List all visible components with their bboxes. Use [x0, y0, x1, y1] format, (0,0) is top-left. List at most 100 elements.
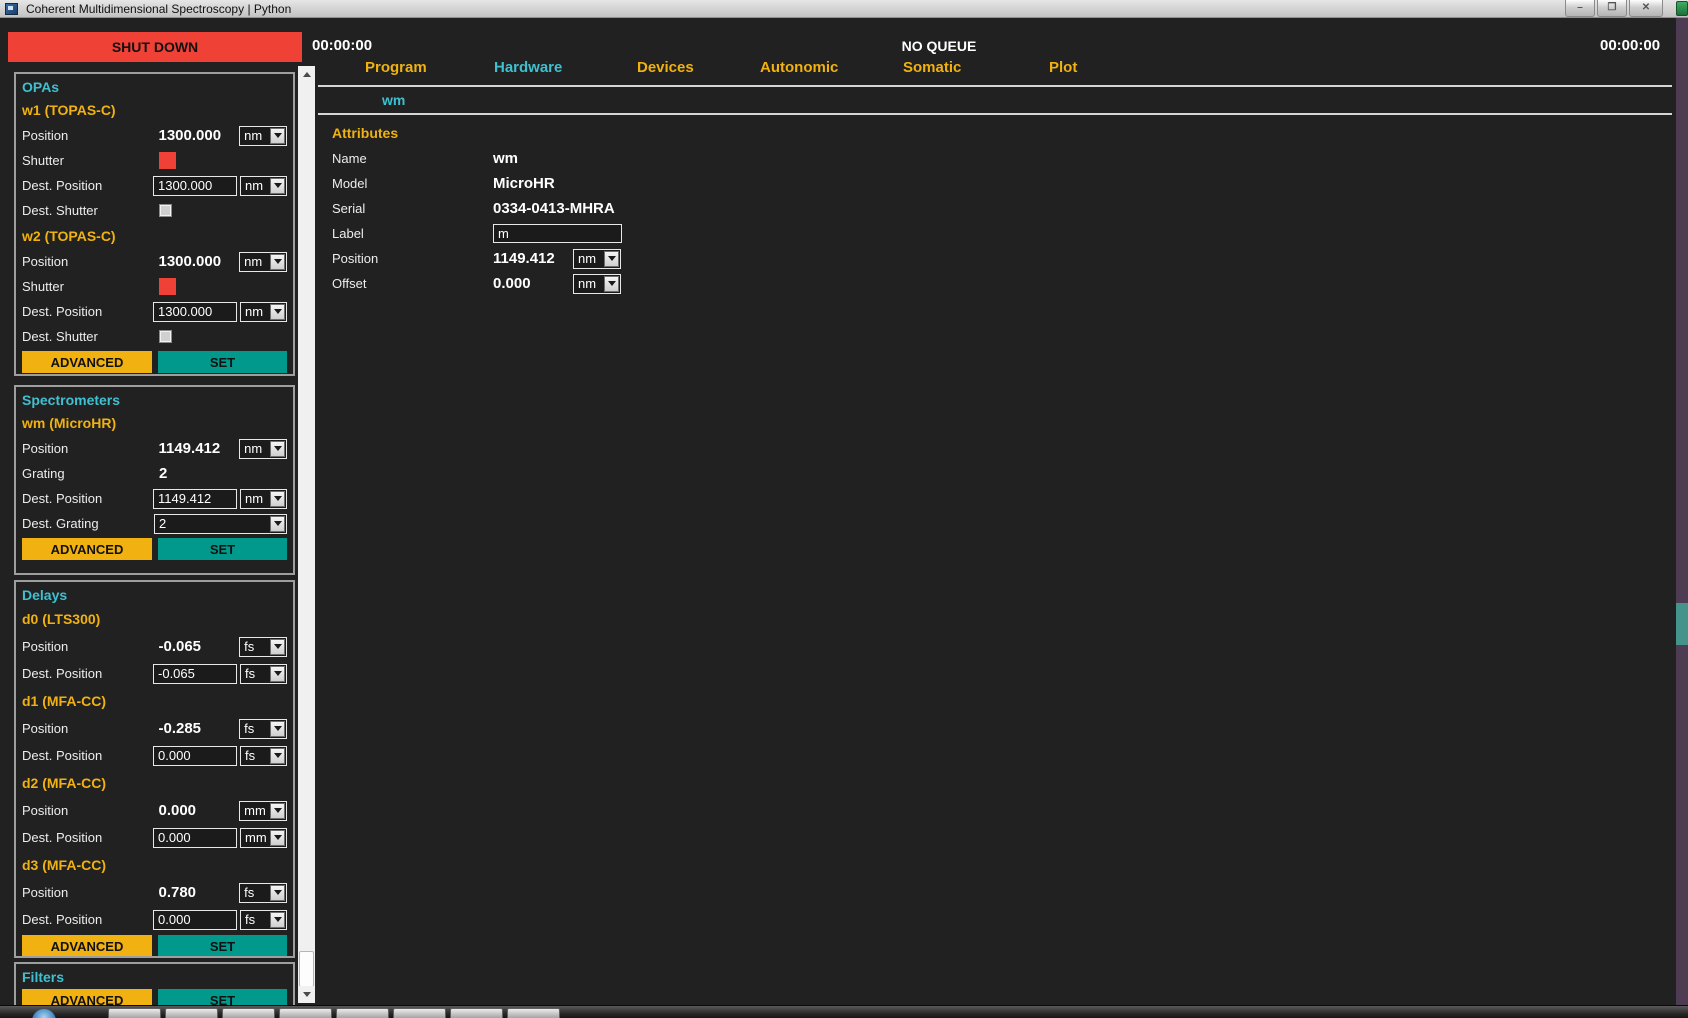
unit-select[interactable]: fs: [239, 637, 287, 657]
app-surface: SHUT DOWN 00:00:00 NO QUEUE 00:00:00 Pro…: [0, 18, 1688, 1005]
dropdown-arrow-button[interactable]: [270, 639, 285, 655]
device-row: Position0.000mm: [22, 797, 287, 824]
taskbar-button[interactable]: [222, 1008, 275, 1018]
attribute-label: Model: [332, 176, 493, 191]
chevron-down-icon: [274, 808, 282, 813]
tab-autonomic[interactable]: Autonomic: [760, 59, 838, 76]
dropdown-arrow-button[interactable]: [270, 748, 285, 764]
destination-input[interactable]: [153, 828, 237, 848]
device-row: Dest. Position nm: [22, 486, 287, 511]
unit-select[interactable]: nm: [240, 302, 287, 322]
taskbar-button[interactable]: [393, 1008, 446, 1018]
unit-select-value: fs: [241, 748, 270, 763]
attribute-label: Serial: [332, 201, 493, 216]
dropdown-arrow-button[interactable]: [270, 830, 285, 846]
unit-select[interactable]: fs: [240, 746, 287, 766]
scrollbar-thumb[interactable]: [299, 951, 314, 987]
dropdown-arrow-button[interactable]: [270, 178, 285, 194]
taskbar-button[interactable]: [108, 1008, 161, 1018]
scroll-down-icon: [303, 992, 311, 997]
attribute-value: 0334-0413-MHRA: [493, 200, 615, 217]
advanced-button[interactable]: ADVANCED: [22, 935, 152, 957]
shut-down-button[interactable]: SHUT DOWN: [8, 32, 302, 62]
set-button[interactable]: SET: [158, 538, 287, 560]
taskbar-button[interactable]: [165, 1008, 218, 1018]
chevron-down-icon: [274, 726, 282, 731]
dropdown-arrow-button[interactable]: [270, 803, 285, 819]
dropdown-arrow-button[interactable]: [604, 251, 619, 267]
unit-select-value: nm: [574, 276, 604, 291]
device-row: Dest. Positionfs: [22, 906, 287, 933]
dropdown-arrow-button[interactable]: [270, 666, 285, 682]
destination-input[interactable]: [153, 489, 237, 509]
dropdown-arrow-button[interactable]: [270, 254, 285, 270]
unit-select[interactable]: fs: [239, 719, 287, 739]
unit-select[interactable]: nm: [240, 489, 287, 509]
taskbar-button[interactable]: [336, 1008, 389, 1018]
unit-select[interactable]: nm: [573, 249, 621, 269]
unit-select[interactable]: 2: [154, 514, 287, 534]
taskbar-button[interactable]: [507, 1008, 560, 1018]
unit-select[interactable]: mm: [239, 801, 287, 821]
unit-select[interactable]: nm: [239, 252, 287, 272]
unit-select[interactable]: nm: [239, 439, 287, 459]
scroll-up-button[interactable]: [298, 66, 315, 83]
row-value: 1149.412: [158, 440, 239, 457]
destination-input[interactable]: [153, 176, 237, 196]
unit-select[interactable]: fs: [240, 664, 287, 684]
taskbar-button[interactable]: [450, 1008, 503, 1018]
unit-select-value: fs: [241, 912, 270, 927]
tab-devices[interactable]: Devices: [637, 59, 694, 76]
tab-somatic[interactable]: Somatic: [903, 59, 961, 76]
destination-input[interactable]: [153, 910, 237, 930]
destination-input[interactable]: [153, 746, 237, 766]
unit-select[interactable]: nm: [239, 126, 287, 146]
destination-input[interactable]: [153, 302, 237, 322]
dropdown-arrow-button[interactable]: [270, 128, 285, 144]
destination-input[interactable]: [153, 664, 237, 684]
scroll-down-button[interactable]: [298, 986, 315, 1003]
unit-select-value: fs: [240, 885, 270, 900]
tab-hardware[interactable]: Hardware: [494, 59, 562, 76]
start-button[interactable]: [32, 1009, 56, 1018]
unit-select[interactable]: fs: [239, 883, 287, 903]
unit-select[interactable]: mm: [240, 828, 287, 848]
device-row: Position-0.285fs: [22, 715, 287, 742]
dest-shutter-checkbox[interactable]: [159, 204, 172, 217]
chevron-down-icon: [274, 133, 282, 138]
dropdown-arrow-button[interactable]: [270, 516, 285, 532]
dropdown-arrow-button[interactable]: [604, 276, 619, 292]
attribute-row: Serial0334-0413-MHRA: [332, 196, 752, 221]
shutter-indicator[interactable]: [159, 152, 176, 169]
tab-plot[interactable]: Plot: [1049, 59, 1077, 76]
device-name: w1 (TOPAS-C): [22, 97, 287, 123]
unit-select[interactable]: nm: [573, 274, 621, 294]
minimize-button[interactable]: –: [1565, 0, 1595, 17]
dropdown-arrow-button[interactable]: [270, 304, 285, 320]
dest-shutter-checkbox[interactable]: [159, 330, 172, 343]
restore-button[interactable]: ❐: [1597, 0, 1627, 17]
row-label: Dest. Position: [22, 491, 153, 506]
taskbar-button[interactable]: [279, 1008, 332, 1018]
dropdown-arrow-button[interactable]: [270, 912, 285, 928]
chevron-down-icon: [274, 183, 282, 188]
tab-program[interactable]: Program: [365, 59, 427, 76]
section-panel-delays: Delaysd0 (LTS300)Position-0.065fsDest. P…: [14, 580, 295, 958]
hardware-subtab-wm[interactable]: wm: [382, 92, 405, 108]
unit-select[interactable]: fs: [240, 910, 287, 930]
dropdown-arrow-button[interactable]: [270, 441, 285, 457]
set-button[interactable]: SET: [158, 351, 287, 373]
dropdown-arrow-button[interactable]: [270, 491, 285, 507]
set-button[interactable]: SET: [158, 935, 287, 957]
dropdown-arrow-button[interactable]: [270, 885, 285, 901]
unit-select[interactable]: nm: [240, 176, 287, 196]
shutter-indicator[interactable]: [159, 278, 176, 295]
close-button[interactable]: ✕: [1629, 0, 1663, 17]
row-label: Dest. Position: [22, 830, 153, 845]
unit-select-value: nm: [241, 491, 270, 506]
dropdown-arrow-button[interactable]: [270, 721, 285, 737]
advanced-button[interactable]: ADVANCED: [22, 538, 152, 560]
sidebar-scrollbar[interactable]: [298, 66, 315, 1003]
label-input[interactable]: [493, 224, 622, 243]
advanced-button[interactable]: ADVANCED: [22, 351, 152, 373]
